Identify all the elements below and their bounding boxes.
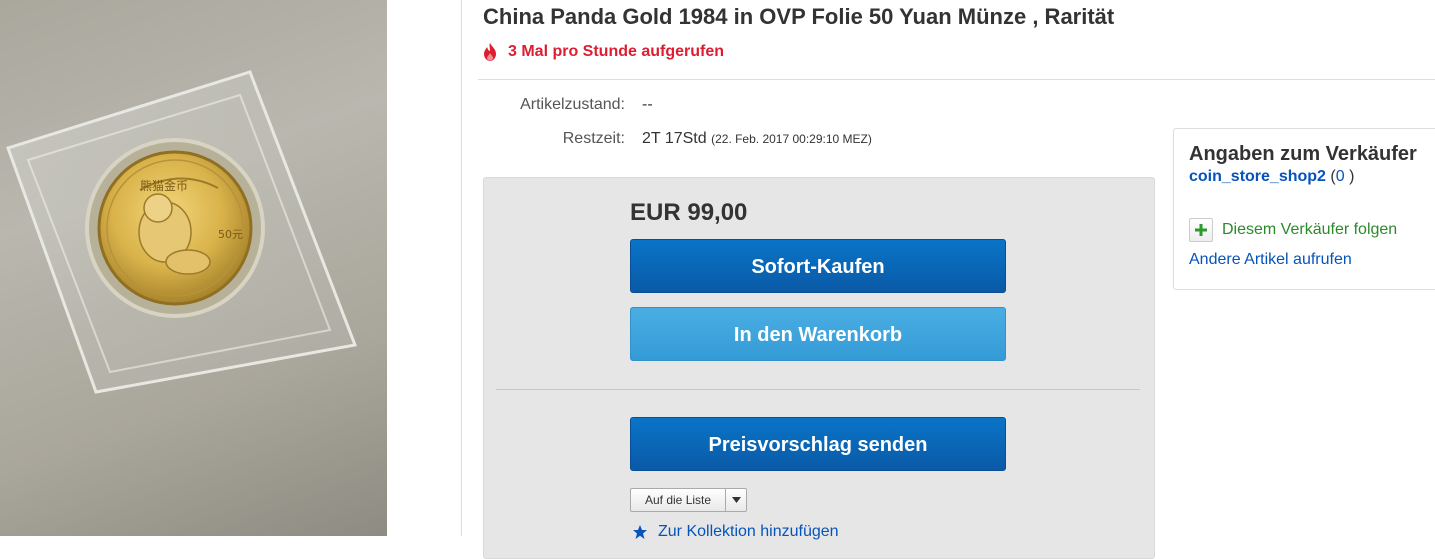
seller-info-heading: Angaben zum Verkäufer xyxy=(1189,143,1417,165)
title-divider xyxy=(478,79,1435,80)
star-icon xyxy=(633,525,647,539)
image-gallery: 50元 熊猫金币 xyxy=(0,0,462,536)
make-offer-button[interactable]: Preisvorschlag senden xyxy=(630,417,1006,471)
buy-now-button[interactable]: Sofort-Kaufen xyxy=(630,239,1006,293)
item-title: China Panda Gold 1984 in OVP Folie 50 Yu… xyxy=(483,4,1115,29)
buy-box-divider xyxy=(496,389,1140,390)
feedback-paren-close: ) xyxy=(1349,168,1355,185)
condition-value: -- xyxy=(642,96,653,113)
seller-name-link[interactable]: coin_store_shop2 xyxy=(1189,168,1326,185)
seller-other-items-link[interactable]: Andere Artikel aufrufen xyxy=(1189,251,1352,269)
watchlist-dropdown[interactable]: Auf die Liste xyxy=(630,488,748,512)
add-to-collection-label[interactable]: Zur Kollektion hinzufügen xyxy=(658,523,839,541)
seller-name-row: coin_store_shop2 (0 ) xyxy=(1189,168,1354,186)
view-count-text: 3 Mal pro Stunde aufgerufen xyxy=(508,43,725,60)
watchlist-label[interactable]: Auf die Liste xyxy=(631,489,727,511)
time-left-duration: 2T 17Std xyxy=(642,130,707,147)
end-date: (22. Feb. 2017 00:29:10 MEZ) xyxy=(711,132,872,146)
coin-denomination: 50元 xyxy=(218,228,243,241)
product-image[interactable]: 50元 熊猫金币 xyxy=(0,0,387,536)
follow-seller-label[interactable]: Diesem Verkäufer folgen xyxy=(1222,221,1397,239)
view-count-notice: 3 Mal pro Stunde aufgerufen xyxy=(482,42,724,62)
add-to-collection-link[interactable]: Zur Kollektion hinzufügen xyxy=(632,523,839,541)
chevron-down-icon[interactable] xyxy=(726,489,746,511)
flame-icon xyxy=(484,43,496,61)
add-to-cart-button[interactable]: In den Warenkorb xyxy=(630,307,1006,361)
follow-seller-link[interactable]: Diesem Verkäufer folgen xyxy=(1189,218,1397,242)
price: EUR 99,00 xyxy=(630,199,748,226)
time-left-value: 2T 17Std (22. Feb. 2017 00:29:10 MEZ) xyxy=(642,130,872,148)
feedback-score-link[interactable]: 0 xyxy=(1336,168,1345,185)
plus-icon[interactable] xyxy=(1189,218,1213,242)
time-left-label: Restzeit: xyxy=(562,130,625,147)
buy-box xyxy=(483,177,1155,559)
coin-inscription: 熊猫金币 xyxy=(140,178,188,193)
condition-label: Artikelzustand: xyxy=(520,96,625,113)
coin-photo-graphic: 50元 熊猫金币 xyxy=(6,70,358,394)
